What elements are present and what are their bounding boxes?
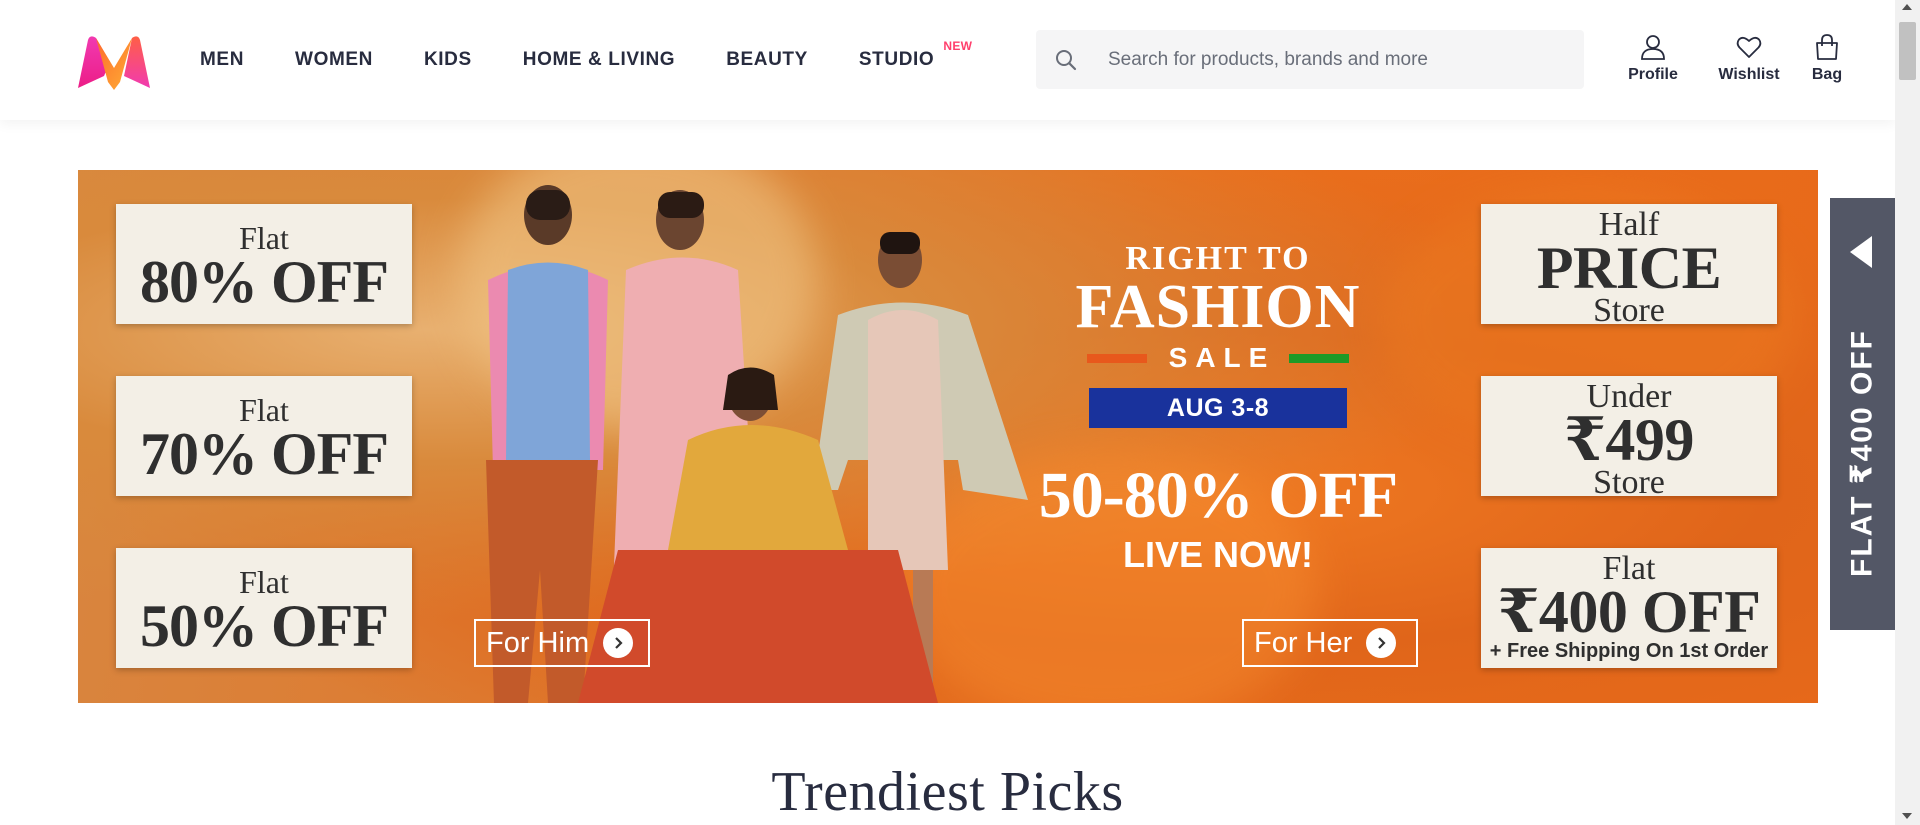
profile-icon xyxy=(1641,35,1665,60)
offer-big-text: ₹499 xyxy=(1564,407,1694,473)
offer-big-text: PRICE xyxy=(1536,235,1722,301)
offer-sub-text: + Free Shipping On 1st Order xyxy=(1489,640,1769,662)
new-badge: NEW xyxy=(943,39,973,53)
myntra-logo[interactable] xyxy=(74,32,154,92)
nav-home-living[interactable]: HOME & LIVING xyxy=(523,49,675,71)
header-actions: Profile Wishlist Bag xyxy=(1620,34,1852,84)
section-title: Trendiest Picks xyxy=(771,761,1124,823)
page-scrollbar[interactable] xyxy=(1895,0,1920,825)
scroll-up-arrow-icon[interactable] xyxy=(1902,4,1912,10)
offer-card-50[interactable]: Flat 50% OFF xyxy=(116,548,412,668)
sale-date: AUG 3-8 xyxy=(1089,388,1347,428)
flat-offer-side-tab[interactable]: FLAT ₹400 OFF xyxy=(1830,198,1895,630)
bag-icon xyxy=(1816,34,1838,60)
profile-button[interactable]: Profile xyxy=(1620,34,1686,84)
offer-card-80[interactable]: Flat 80% OFF xyxy=(116,204,412,324)
bag-button[interactable]: Bag xyxy=(1802,34,1852,84)
nav-women[interactable]: WOMEN xyxy=(295,49,373,71)
for-her-button[interactable]: For Her xyxy=(1242,619,1418,667)
nav-beauty[interactable]: BEAUTY xyxy=(726,49,808,71)
sale-status: LIVE NOW! xyxy=(1123,534,1313,575)
sale-word-row: SALE xyxy=(1038,342,1398,374)
arrow-right-icon xyxy=(603,628,634,658)
offer-big-text: 80% OFF xyxy=(140,249,389,315)
hero-banner[interactable]: Flat 80% OFF Flat 70% OFF Flat 50% OFF H… xyxy=(78,170,1818,703)
offer-big-text: 70% OFF xyxy=(140,421,389,487)
green-bar xyxy=(1289,353,1350,363)
side-tab-label: FLAT ₹400 OFF xyxy=(1845,329,1879,577)
sale-line2: FASHION xyxy=(1075,273,1361,341)
offer-card-flat-400[interactable]: Flat ₹400 OFF + Free Shipping On 1st Ord… xyxy=(1481,548,1777,668)
wishlist-label: Wishlist xyxy=(1718,66,1780,83)
wishlist-button[interactable]: Wishlist xyxy=(1714,34,1784,84)
main-nav: MEN WOMEN KIDS HOME & LIVING BEAUTY STUD… xyxy=(200,0,985,120)
sale-headline: RIGHT TO FASHION SALE AUG 3-8 50-80% OFF… xyxy=(1038,240,1398,576)
nav-studio[interactable]: STUDIO NEW xyxy=(859,39,972,71)
arrow-right-icon xyxy=(1366,628,1397,658)
search-input[interactable] xyxy=(1096,48,1584,71)
heart-icon xyxy=(1736,36,1762,58)
triangle-left-icon xyxy=(1850,236,1872,268)
offer-bottom-text: Store xyxy=(1593,292,1665,329)
sale-discount: 50-80% OFF xyxy=(1038,459,1398,532)
offer-card-half-price[interactable]: Half PRICE Store xyxy=(1481,204,1777,328)
scroll-thumb[interactable] xyxy=(1899,22,1916,80)
orange-bar xyxy=(1086,353,1147,363)
offer-card-under-499[interactable]: Under ₹499 Store xyxy=(1481,376,1777,500)
search-icon[interactable] xyxy=(1036,30,1096,89)
offer-bottom-text: Store xyxy=(1593,464,1665,501)
nav-men[interactable]: MEN xyxy=(200,49,244,71)
for-him-label: For Him xyxy=(486,626,590,659)
for-her-label: For Her xyxy=(1254,626,1353,659)
bag-label: Bag xyxy=(1811,66,1843,83)
profile-label: Profile xyxy=(1628,66,1678,83)
search-bar[interactable] xyxy=(1036,30,1584,89)
offer-card-70[interactable]: Flat 70% OFF xyxy=(116,376,412,496)
scroll-down-arrow-icon[interactable] xyxy=(1902,813,1912,819)
offer-big-text: 50% OFF xyxy=(140,593,389,659)
site-header: MEN WOMEN KIDS HOME & LIVING BEAUTY STUD… xyxy=(0,0,1895,120)
nav-kids[interactable]: KIDS xyxy=(424,49,472,71)
for-him-button[interactable]: For Him xyxy=(474,619,650,667)
sale-word: SALE xyxy=(1168,342,1276,373)
offer-big-text: ₹400 OFF xyxy=(1497,579,1761,645)
